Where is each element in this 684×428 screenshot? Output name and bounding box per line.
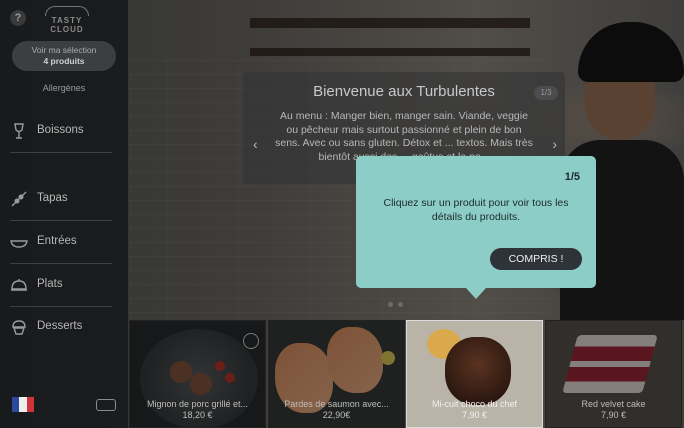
nav-label: Tapas (37, 192, 68, 204)
product-list: Mignon de porc grillé et... 18,20 € Pard… (129, 320, 684, 428)
french-flag-icon[interactable] (12, 397, 34, 412)
carousel-dot[interactable] (388, 302, 393, 307)
nav-label: Boissons (37, 124, 84, 136)
divider (10, 152, 112, 153)
product-price: 7,90 € (461, 410, 488, 420)
product-price: 18,20 € (182, 410, 213, 420)
nav-label: Plats (37, 278, 63, 290)
cloche-icon (11, 279, 27, 291)
view-selection-button[interactable]: Voir ma sélection 4 produits (12, 41, 116, 71)
divider (10, 220, 112, 221)
tooltip-step: 1/5 (564, 171, 580, 183)
allergens-link[interactable]: Allergènes (0, 83, 128, 93)
product-name: Mi-cuit choco du chef (431, 399, 518, 409)
nav-label: Entrées (37, 235, 77, 247)
nav-item-boissons[interactable]: Boissons (10, 118, 112, 146)
skewer-icon (11, 191, 27, 207)
tooltip-text: Cliquez sur un produit pour voir tous le… (383, 197, 569, 223)
divider (10, 306, 112, 307)
divider (10, 263, 112, 264)
product-name: Red velvet cake (581, 399, 646, 409)
cupcake-icon (12, 320, 26, 335)
logo-text: TASTY CLOUD (50, 16, 84, 34)
product-price: 22,90€ (322, 410, 351, 420)
onboarding-tooltip: 1/5 Cliquez sur un produit pour voir tou… (356, 156, 596, 299)
chocolate-cake (445, 337, 511, 405)
product-price: 7,90 € (600, 410, 627, 420)
nav-label: Desserts (37, 320, 83, 332)
nav-item-entrees[interactable]: Entrées (10, 229, 112, 257)
product-tile[interactable]: Mignon de porc grillé et... 18,20 € (129, 320, 266, 428)
logo: TASTY CLOUD (42, 6, 92, 34)
sofa-icon[interactable] (96, 399, 116, 411)
nav-item-desserts[interactable]: Desserts (10, 314, 112, 342)
welcome-page-indicator: 1/3 (534, 86, 558, 100)
selection-count: 4 produits (43, 56, 85, 66)
help-icon[interactable]: ? (10, 10, 26, 26)
product-name: Pardes de saumon avec... (284, 399, 389, 409)
carousel-dot[interactable] (398, 302, 403, 307)
product-tile-highlighted[interactable]: Mi-cuit choco du chef 7,90 € (406, 320, 543, 428)
nav-item-plats[interactable]: Plats (10, 272, 112, 300)
glass-icon (14, 123, 24, 139)
product-tile[interactable]: Red velvet cake 7,90 € (545, 320, 682, 428)
got-it-button[interactable]: COMPRIS ! (490, 248, 582, 270)
chevron-right-icon[interactable]: › (552, 136, 557, 152)
product-tile[interactable]: Pardes de saumon avec... 22,90€ (268, 320, 405, 428)
nav-item-tapas[interactable]: Tapas (10, 186, 112, 214)
selection-label: Voir ma sélection (31, 45, 97, 55)
sidebar: ? TASTY CLOUD Voir ma sélection 4 produi… (0, 0, 128, 428)
product-name: Mignon de porc grillé et... (146, 399, 249, 409)
welcome-title: Bienvenue aux Turbulentes (313, 83, 495, 100)
carousel-dots (388, 302, 403, 307)
bowl-icon (10, 240, 28, 248)
chevron-left-icon[interactable]: ‹ (253, 136, 258, 152)
